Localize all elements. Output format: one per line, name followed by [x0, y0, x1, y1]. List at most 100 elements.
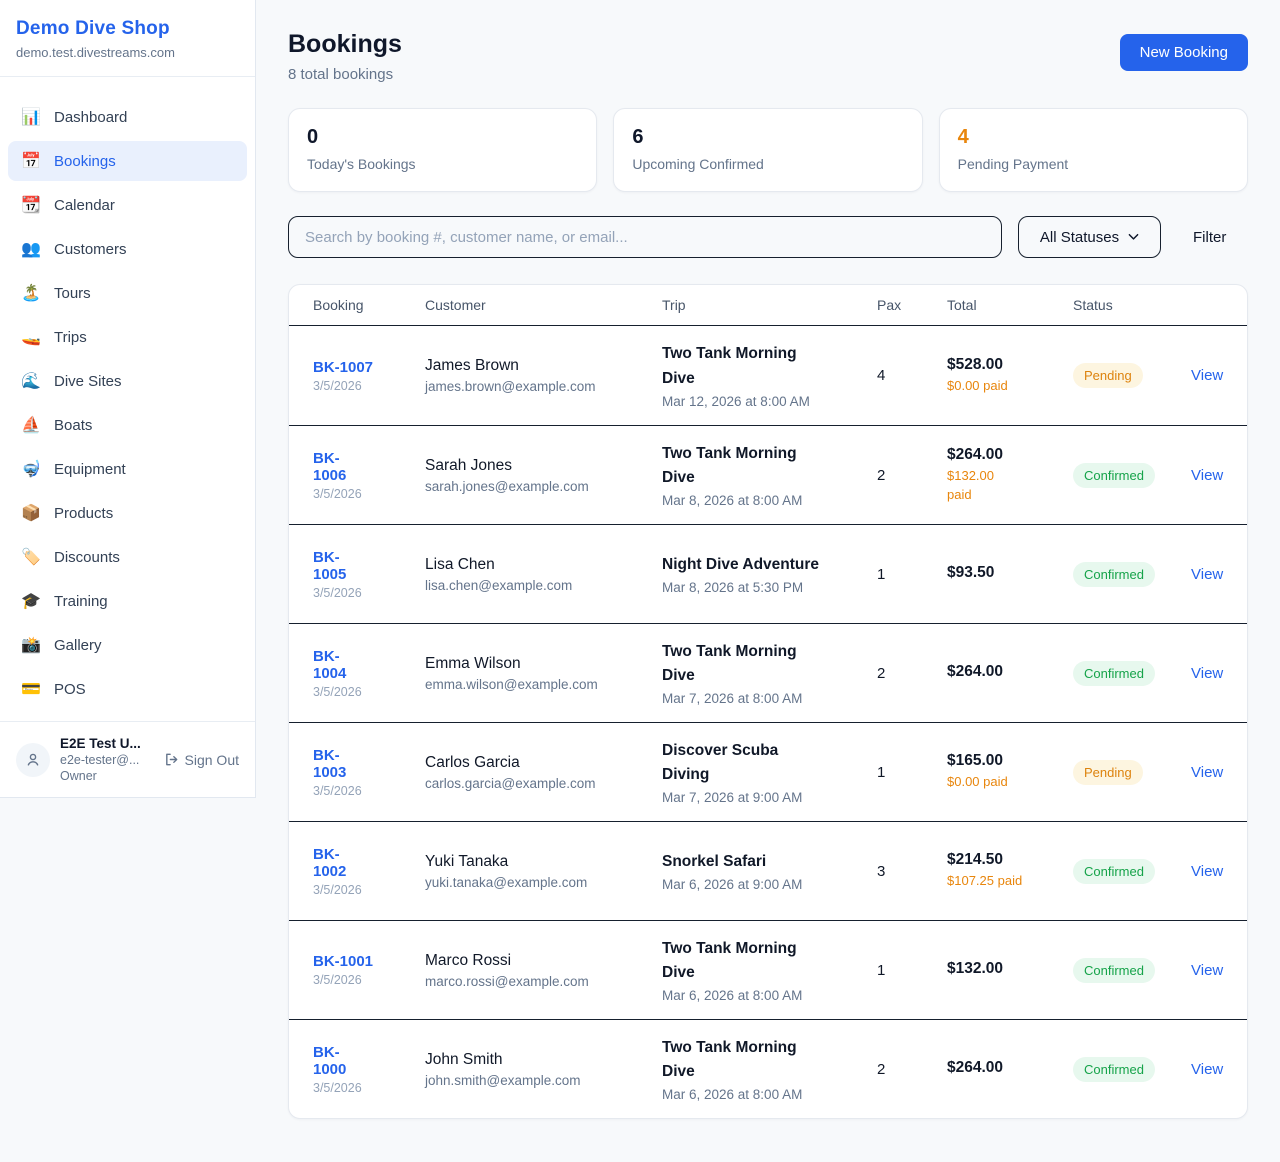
total-amount: $165.00 — [947, 752, 1063, 770]
nav-item-icon: 🌊 — [20, 371, 42, 391]
nav-item-icon: 🎓 — [20, 591, 42, 611]
pax-count: 2 — [877, 467, 947, 484]
status-filter-value: All Statuses — [1040, 229, 1119, 246]
trip-datetime: Mar 7, 2026 at 8:00 AM — [662, 691, 867, 706]
sidebar-nav-item[interactable]: 📦 Products — [8, 493, 247, 533]
booking-number-link[interactable]: BK- 1005 — [313, 549, 415, 583]
stat-value: 6 — [632, 126, 903, 149]
nav-item-label: Products — [54, 505, 113, 522]
booking-number-link[interactable]: BK-1007 — [313, 359, 415, 376]
booking-number-link[interactable]: BK- 1002 — [313, 846, 415, 880]
status-filter-select[interactable]: All Statuses — [1018, 216, 1161, 258]
table-row: BK- 1000 3/5/2026 John Smith john.smith@… — [289, 1019, 1247, 1118]
booking-date: 3/5/2026 — [313, 379, 415, 393]
stat-value: 0 — [307, 126, 578, 149]
trip-datetime: Mar 6, 2026 at 9:00 AM — [662, 877, 867, 892]
nav-item-icon: 💳 — [20, 679, 42, 699]
status-badge: Confirmed — [1073, 859, 1155, 884]
sidebar-nav-item[interactable]: ⛵ Boats — [8, 405, 247, 445]
view-link[interactable]: View — [1191, 566, 1224, 583]
total-amount: $264.00 — [947, 446, 1063, 464]
nav-item-icon: ⛵ — [20, 415, 42, 435]
sign-out-button[interactable]: Sign Out — [164, 752, 239, 768]
booking-date: 3/5/2026 — [313, 973, 415, 987]
paid-amount: $107.25 paid — [947, 872, 1063, 890]
column-header-booking: Booking — [313, 297, 425, 313]
customer-name: Carlos Garcia — [425, 754, 652, 772]
booking-number-link[interactable]: BK-1001 — [313, 953, 415, 970]
view-link[interactable]: View — [1191, 367, 1224, 384]
trip-name: Night Dive Adventure — [662, 553, 867, 577]
booking-number-link[interactable]: BK- 1006 — [313, 450, 415, 484]
sidebar-nav-item[interactable]: 🏷️ Discounts — [8, 537, 247, 577]
table-row: BK- 1006 3/5/2026 Sarah Jones sarah.jone… — [289, 425, 1247, 524]
sidebar-nav-item[interactable]: 🤿 Equipment — [8, 449, 247, 489]
stat-card: 4 Pending Payment — [939, 108, 1248, 192]
nav-item-label: Tours — [54, 285, 91, 302]
stat-card: 0 Today's Bookings — [288, 108, 597, 192]
status-badge: Confirmed — [1073, 562, 1155, 587]
view-link[interactable]: View — [1191, 863, 1224, 880]
sidebar-nav-item[interactable]: 🏝️ Tours — [8, 273, 247, 313]
sidebar-nav-item[interactable]: 📊 Dashboard — [8, 97, 247, 137]
nav-item-label: Calendar — [54, 197, 115, 214]
filter-row: All Statuses Filter — [288, 216, 1248, 258]
nav-item-label: Dashboard — [54, 109, 127, 126]
sidebar-nav-item[interactable]: 📆 Calendar — [8, 185, 247, 225]
sidebar-nav-item[interactable]: 👥 Customers — [8, 229, 247, 269]
brand-domain: demo.test.divestreams.com — [16, 45, 239, 60]
search-input[interactable] — [288, 216, 1002, 258]
trip-datetime: Mar 8, 2026 at 5:30 PM — [662, 580, 867, 595]
booking-number-link[interactable]: BK- 1000 — [313, 1044, 415, 1078]
sidebar-nav-item[interactable]: 🌊 Dive Sites — [8, 361, 247, 401]
trip-datetime: Mar 6, 2026 at 8:00 AM — [662, 988, 867, 1003]
pax-count: 1 — [877, 764, 947, 781]
main-content: Bookings 8 total bookings New Booking 0 … — [256, 0, 1280, 1151]
trip-datetime: Mar 7, 2026 at 9:00 AM — [662, 790, 867, 805]
user-name: E2E Test U... — [60, 736, 154, 751]
sidebar-nav-item[interactable]: 📸 Gallery — [8, 625, 247, 665]
user-role: Owner — [60, 769, 154, 783]
user-avatar — [16, 743, 50, 777]
booking-date: 3/5/2026 — [313, 883, 415, 897]
sign-out-label: Sign Out — [185, 752, 239, 768]
nav-item-label: Boats — [54, 417, 92, 434]
user-email: e2e-tester@... — [60, 753, 154, 767]
customer-email: marco.rossi@example.com — [425, 974, 652, 989]
pax-count: 1 — [877, 962, 947, 979]
view-link[interactable]: View — [1191, 665, 1224, 682]
customer-name: Sarah Jones — [425, 457, 652, 475]
view-link[interactable]: View — [1191, 1061, 1224, 1078]
status-badge: Confirmed — [1073, 661, 1155, 686]
booking-number-link[interactable]: BK- 1003 — [313, 747, 415, 781]
pax-count: 3 — [877, 863, 947, 880]
customer-name: John Smith — [425, 1051, 652, 1069]
sidebar-nav-item[interactable]: 📅 Bookings — [8, 141, 247, 181]
trip-name: Two Tank Morning Dive — [662, 442, 867, 490]
sidebar-nav-item[interactable]: 💳 POS — [8, 669, 247, 709]
trip-datetime: Mar 8, 2026 at 8:00 AM — [662, 493, 867, 508]
sidebar-nav-item[interactable]: 🚤 Trips — [8, 317, 247, 357]
brand-name[interactable]: Demo Dive Shop — [16, 18, 239, 40]
total-amount: $93.50 — [947, 564, 1063, 582]
customer-email: yuki.tanaka@example.com — [425, 875, 652, 890]
view-link[interactable]: View — [1191, 962, 1224, 979]
trip-name: Two Tank Morning Dive — [662, 937, 867, 985]
stats-cards: 0 Today's Bookings 6 Upcoming Confirmed … — [288, 108, 1248, 192]
view-link[interactable]: View — [1191, 467, 1224, 484]
view-link[interactable]: View — [1191, 764, 1224, 781]
trip-datetime: Mar 12, 2026 at 8:00 AM — [662, 394, 867, 409]
nav-item-label: Trips — [54, 329, 87, 346]
booking-number-link[interactable]: BK- 1004 — [313, 648, 415, 682]
trip-name: Snorkel Safari — [662, 850, 867, 874]
filter-button[interactable]: Filter — [1193, 229, 1226, 246]
column-header-total: Total — [947, 297, 1073, 313]
page-title: Bookings — [288, 30, 402, 59]
sidebar-nav-item[interactable]: 🎓 Training — [8, 581, 247, 621]
nav-item-icon: 🏝️ — [20, 283, 42, 303]
nav-item-icon: 📸 — [20, 635, 42, 655]
status-badge: Confirmed — [1073, 958, 1155, 983]
person-icon — [25, 752, 41, 768]
new-booking-button[interactable]: New Booking — [1120, 34, 1248, 71]
table-row: BK- 1005 3/5/2026 Lisa Chen lisa.chen@ex… — [289, 524, 1247, 623]
